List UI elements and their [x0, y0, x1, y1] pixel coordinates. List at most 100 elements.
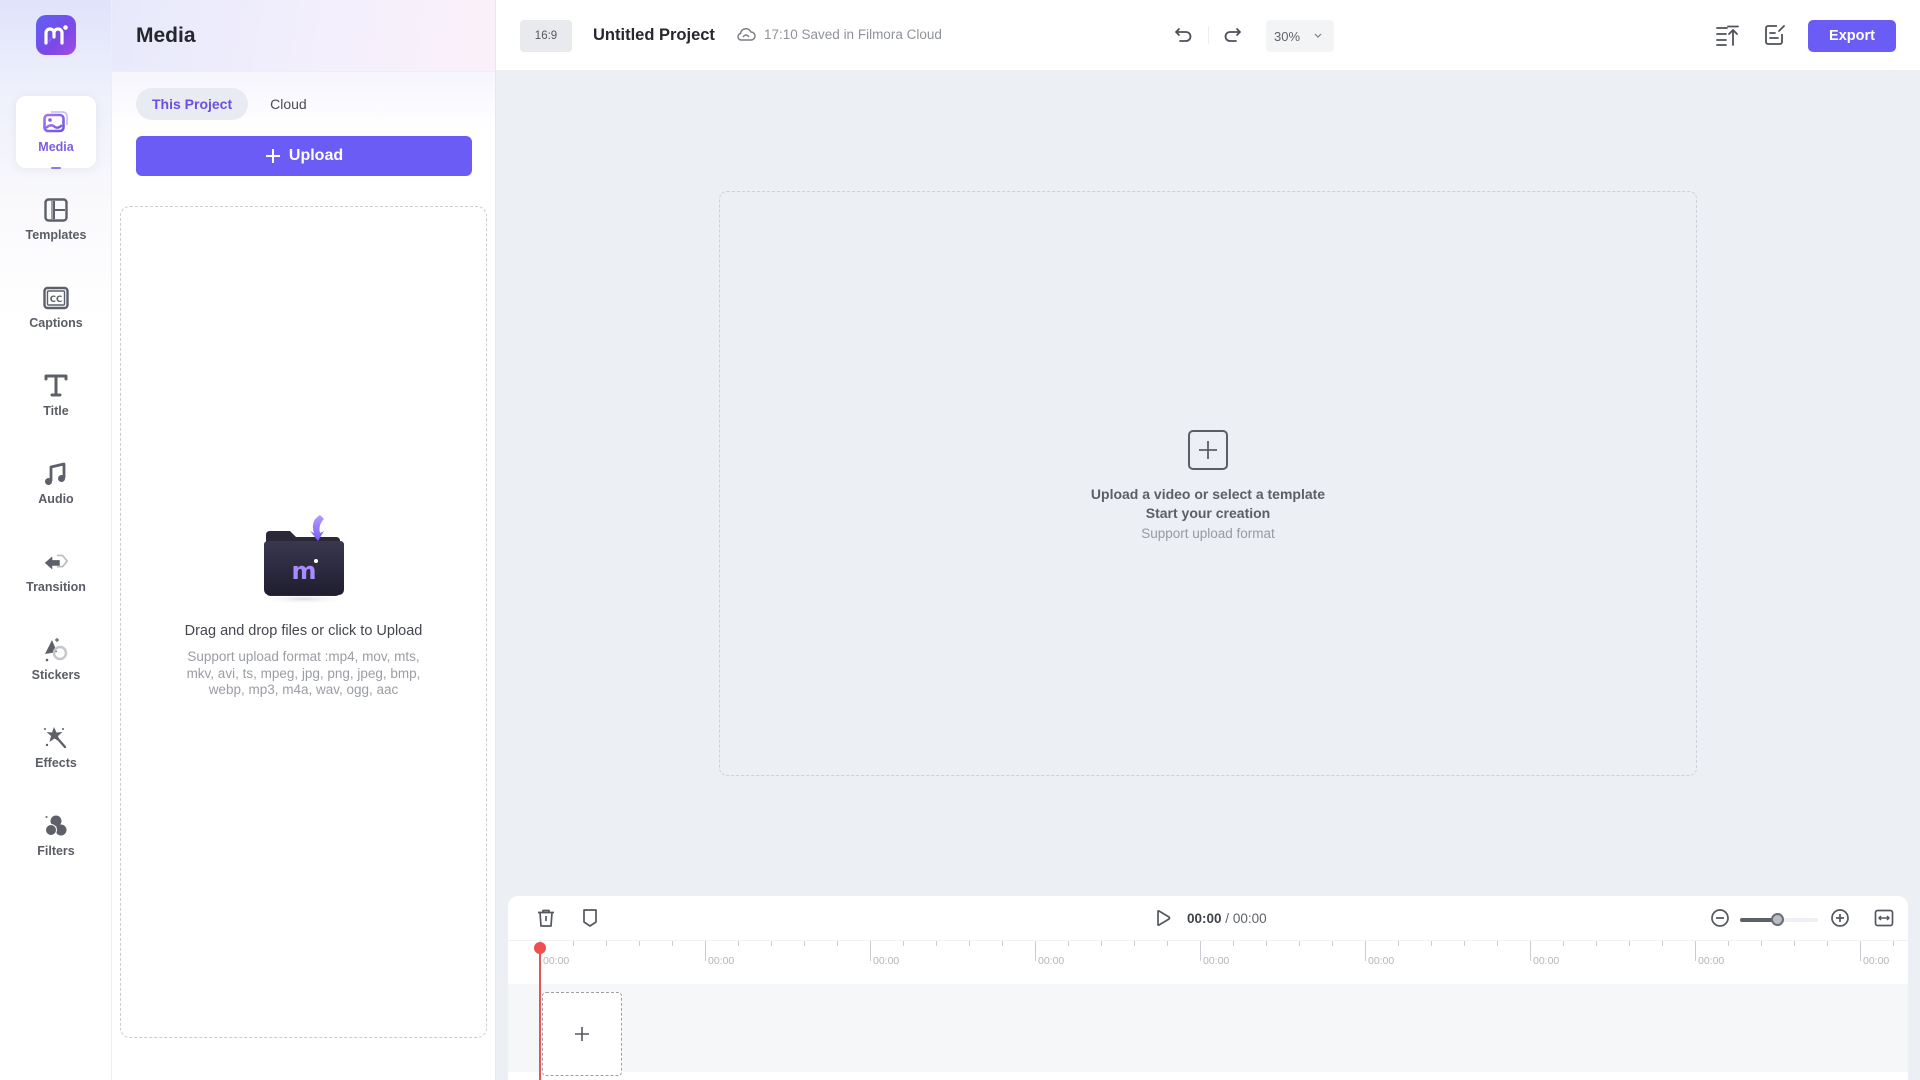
rail-item-label: Media: [38, 140, 74, 154]
ruler-minor-tick: [1134, 941, 1135, 946]
marker-button[interactable]: [578, 906, 602, 930]
ruler-minor-tick: [936, 941, 937, 946]
ruler-minor-tick: [1233, 941, 1234, 946]
zoom-in-button[interactable]: [1828, 906, 1852, 930]
list-upload-icon: [1716, 25, 1739, 46]
undo-button[interactable]: [1171, 22, 1197, 48]
ruler-minor-tick: [1761, 941, 1762, 946]
upload-button[interactable]: Upload: [136, 136, 472, 176]
playhead-handle[interactable]: [534, 942, 546, 954]
timeline-zoom-slider[interactable]: [1740, 913, 1818, 926]
plus-icon: [575, 1027, 589, 1041]
fit-timeline-button[interactable]: [1872, 906, 1896, 930]
ruler-minor-tick: [1827, 941, 1828, 946]
playhead-line[interactable]: [539, 942, 541, 1080]
ruler-minor-tick: [1662, 941, 1663, 946]
ruler-minor-tick: [837, 941, 838, 946]
project-name[interactable]: Untitled Project: [593, 26, 715, 45]
canvas-prompt-title: Upload a video or select a template: [1090, 486, 1326, 502]
timeline-ruler[interactable]: 00:00 00:00 00:00 00:00 00:00 00:00 00:00 00:00…: [508, 940, 1908, 980]
ruler-major-tick: [870, 941, 871, 961]
redo-button[interactable]: [1219, 22, 1245, 48]
ruler-minor-tick: [903, 941, 904, 946]
trash-icon: [538, 909, 554, 927]
transition-arrows-icon: [42, 548, 70, 576]
ruler-tick-label: 00:00: [1368, 955, 1395, 967]
ruler-major-tick: [1035, 941, 1036, 961]
rail-item-label: Effects: [35, 756, 77, 770]
media-panel: Media This Project Cloud Upload m Drag a…: [112, 0, 496, 1080]
zoom-out-icon: [1711, 909, 1729, 927]
zoom-level-value: 30%: [1274, 28, 1301, 44]
time-separator: /: [1225, 911, 1230, 926]
ruler-tick-label: 00:00: [1038, 955, 1065, 967]
ruler-major-tick: [1200, 941, 1201, 961]
total-time: 00:00: [1232, 911, 1267, 926]
delete-button[interactable]: [534, 906, 558, 930]
chevron-down-icon: [1314, 33, 1322, 38]
playback-time: 00:00 / 00:00: [1187, 911, 1267, 926]
rail-item-stickers[interactable]: Stickers: [16, 624, 96, 696]
play-icon: [1157, 909, 1171, 927]
ruler-minor-tick: [1563, 941, 1564, 946]
feedback-button[interactable]: [1762, 22, 1788, 48]
rail-item-label: Stickers: [31, 668, 81, 682]
zoom-level-select[interactable]: 30%: [1266, 20, 1334, 52]
panel-body: This Project Cloud Upload m Drag and dro…: [112, 72, 495, 1080]
ruler-tick-label: 00:00: [708, 955, 735, 967]
app-logo[interactable]: [36, 15, 76, 55]
upload-dropzone[interactable]: m Drag and drop files or click to Upload…: [120, 206, 487, 1038]
filmora-logo-icon: [44, 25, 68, 45]
timeline-toolbar: 00:00 / 00:00: [508, 896, 1908, 940]
fit-width-icon: [1874, 909, 1894, 927]
ruler-major-tick: [1530, 941, 1531, 961]
ruler-tick-label: 00:00: [873, 955, 900, 967]
tab-this-project[interactable]: This Project: [136, 88, 249, 120]
ruler-minor-tick: [1431, 941, 1432, 946]
ruler-minor-tick: [1332, 941, 1333, 946]
add-media-button[interactable]: [1188, 430, 1228, 470]
zoom-slider-handle[interactable]: [1770, 913, 1784, 926]
export-button[interactable]: Export: [1808, 20, 1896, 52]
ruler-tick-label: 00:00: [1698, 955, 1725, 967]
ruler-major-tick: [1365, 941, 1366, 961]
zoom-out-button[interactable]: [1708, 906, 1732, 930]
canvas-format-link[interactable]: Support upload format: [1141, 526, 1275, 541]
captions-cc-icon: CC: [42, 284, 70, 312]
zoom-in-icon: [1831, 909, 1849, 927]
save-status-text: 17:10 Saved in Filmora Cloud: [764, 26, 942, 42]
rail-item-transition[interactable]: Transition: [16, 536, 96, 608]
undo-icon: [1175, 28, 1192, 42]
rail-item-media[interactable]: Media: [16, 96, 96, 169]
upload-button-label: Upload: [288, 147, 344, 164]
ruler-minor-tick: [672, 941, 673, 946]
video-track[interactable]: [508, 984, 1908, 1072]
ruler-minor-tick: [1101, 941, 1102, 946]
ruler-tick-label: 00:00: [543, 955, 570, 967]
tab-cloud[interactable]: Cloud: [254, 88, 323, 120]
panel-header: Media: [112, 0, 495, 72]
ruler-minor-tick: [1497, 941, 1498, 946]
marker-shield-icon: [583, 909, 597, 927]
active-indicator: [51, 167, 61, 169]
add-clip-button[interactable]: [542, 992, 622, 1076]
cloud-icon: [737, 27, 756, 41]
rail-item-title[interactable]: Title: [16, 360, 96, 432]
left-rail: Media Templates CC Captions Title Audio …: [0, 0, 112, 1080]
svg-text:m: m: [291, 557, 316, 585]
aspect-ratio-button[interactable]: 16:9: [520, 20, 572, 52]
plus-icon: [1199, 441, 1217, 459]
toolbar-divider: [1208, 26, 1209, 44]
rail-item-captions[interactable]: CC Captions: [16, 272, 96, 344]
rail-item-audio[interactable]: Audio: [16, 448, 96, 520]
rail-item-templates[interactable]: Templates: [16, 184, 96, 256]
play-button-icon-wrap[interactable]: [1151, 906, 1175, 930]
ruler-minor-tick: [1464, 941, 1465, 946]
ruler-minor-tick: [771, 941, 772, 946]
rail-item-filters[interactable]: Filters: [16, 800, 96, 872]
rail-item-effects[interactable]: Effects: [16, 712, 96, 784]
publish-button[interactable]: [1714, 22, 1740, 48]
ruler-major-tick: [1695, 941, 1696, 961]
preview-canvas[interactable]: Upload a video or select a template Star…: [719, 191, 1697, 776]
ruler-minor-tick: [1299, 941, 1300, 946]
